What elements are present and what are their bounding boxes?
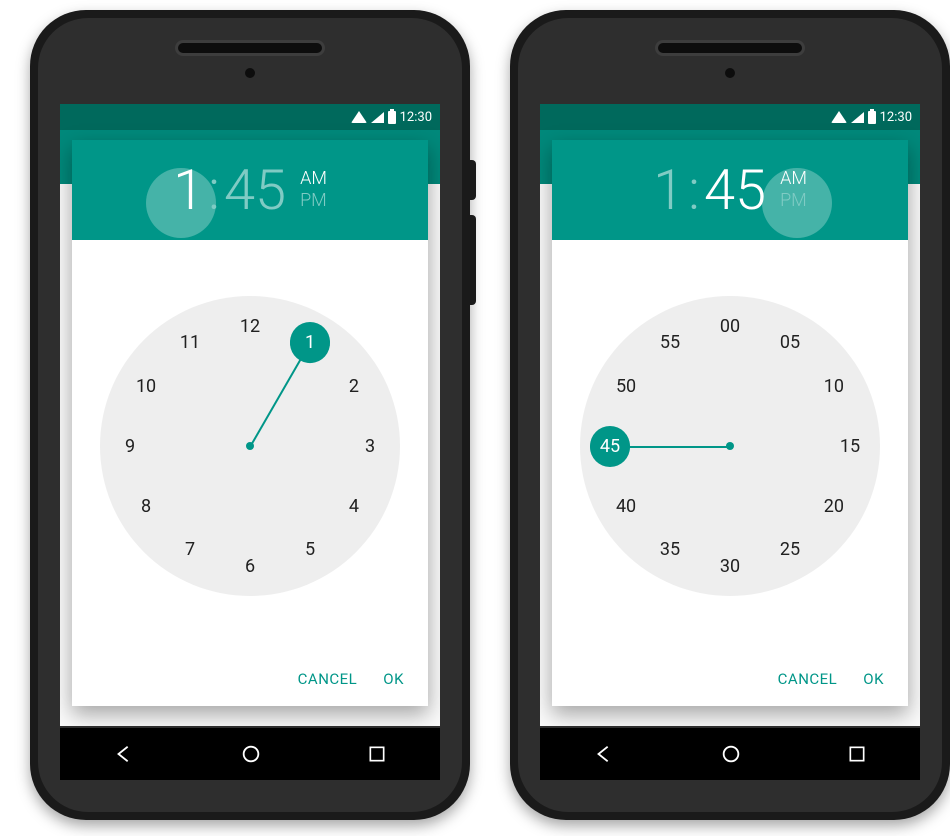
status-bar: 12:30 <box>60 104 440 130</box>
nav-back-icon[interactable] <box>593 743 615 765</box>
time-picker-dialog: 1 : 45 AM PM 121234567891011 <box>72 140 428 706</box>
nav-bar <box>540 728 920 780</box>
battery-icon <box>868 111 876 124</box>
clock-number[interactable]: 55 <box>650 322 690 362</box>
cell-signal-icon <box>371 112 384 123</box>
clock-number[interactable]: 6 <box>230 546 270 586</box>
time-readout: 1 : 45 AM PM <box>173 162 327 218</box>
phone-side-button <box>470 160 476 200</box>
time-separator: : <box>208 162 220 218</box>
status-clock: 12:30 <box>400 110 432 125</box>
pm-option[interactable]: PM <box>300 190 327 212</box>
cancel-button[interactable]: CANCEL <box>778 670 838 688</box>
clock-number[interactable]: 1 <box>290 322 330 362</box>
hour-value[interactable]: 1 <box>173 162 204 218</box>
phone-inner: 12:30 ✕ New event SAVE 1 : 45 AM PM <box>38 18 462 812</box>
battery-icon <box>388 111 396 124</box>
nav-recent-icon[interactable] <box>847 744 867 764</box>
screen-left: 12:30 ✕ New event SAVE 1 : 45 AM PM <box>60 104 440 726</box>
ampm-toggle: AM PM <box>300 168 327 212</box>
nav-back-icon[interactable] <box>113 743 135 765</box>
clock-face-hour[interactable]: 12 12 3 45678 9 1011 <box>100 296 400 596</box>
time-picker-dialog: 1 : 45 AM PM 00 0510 15 2025 30 3540 45 5055 <box>552 140 908 706</box>
clock-number[interactable]: 15 <box>830 426 870 466</box>
phone-volume-rocker <box>470 215 476 305</box>
pm-option[interactable]: PM <box>780 190 807 212</box>
nav-home-icon[interactable] <box>720 743 742 765</box>
phone-earpiece <box>655 40 805 56</box>
nav-home-icon[interactable] <box>240 743 262 765</box>
clock-number[interactable]: 50 <box>606 366 646 406</box>
time-picker-header: 1 : 45 AM PM <box>72 140 428 240</box>
nav-bar <box>60 728 440 780</box>
clock-face-wrap: 12 12 3 45678 9 1011 <box>72 240 428 652</box>
phone-sensor <box>245 68 255 78</box>
wifi-icon <box>351 111 367 123</box>
clock-number[interactable]: 05 <box>770 322 810 362</box>
hour-value[interactable]: 1 <box>653 162 684 218</box>
clock-number[interactable]: 00 <box>710 306 750 346</box>
phone-frame-left: 12:30 ✕ New event SAVE 1 : 45 AM PM <box>30 10 470 820</box>
clock-number[interactable]: 5 <box>290 530 330 570</box>
clock-number[interactable]: 9 <box>110 426 150 466</box>
clock-number[interactable]: 7 <box>170 530 210 570</box>
clock-number[interactable]: 10 <box>814 366 854 406</box>
cancel-button[interactable]: CANCEL <box>298 670 358 688</box>
minute-value[interactable]: 45 <box>224 162 286 218</box>
clock-number[interactable]: 25 <box>770 530 810 570</box>
clock-number[interactable]: 3 <box>350 426 390 466</box>
clock-pivot <box>726 442 734 450</box>
minute-value[interactable]: 45 <box>704 162 766 218</box>
clock-number[interactable]: 2 <box>334 366 374 406</box>
clock-number[interactable]: 20 <box>814 486 854 526</box>
wifi-icon <box>831 111 847 123</box>
status-clock: 12:30 <box>880 110 912 125</box>
time-separator: : <box>688 162 700 218</box>
clock-pivot <box>246 442 254 450</box>
ok-button[interactable]: OK <box>863 670 884 688</box>
clock-number[interactable]: 35 <box>650 530 690 570</box>
phone-frame-right: 12:30 ✕ New event SAVE 1 : 45 AM PM <box>510 10 950 820</box>
dialog-actions: CANCEL OK <box>552 652 908 706</box>
status-bar: 12:30 <box>540 104 920 130</box>
clock-number[interactable]: 8 <box>126 486 166 526</box>
ampm-toggle: AM PM <box>780 168 807 212</box>
clock-face-wrap: 00 0510 15 2025 30 3540 45 5055 <box>552 240 908 652</box>
phone-inner: 12:30 ✕ New event SAVE 1 : 45 AM PM <box>518 18 942 812</box>
clock-number[interactable]: 4 <box>334 486 374 526</box>
clock-face-minute[interactable]: 00 0510 15 2025 30 3540 45 5055 <box>580 296 880 596</box>
phone-earpiece <box>175 40 325 56</box>
am-option[interactable]: AM <box>780 168 807 190</box>
dialog-actions: CANCEL OK <box>72 652 428 706</box>
cell-signal-icon <box>851 112 864 123</box>
phone-sensor <box>725 68 735 78</box>
clock-number[interactable]: 30 <box>710 546 750 586</box>
time-readout: 1 : 45 AM PM <box>653 162 807 218</box>
clock-number[interactable]: 11 <box>170 322 210 362</box>
clock-number[interactable]: 45 <box>590 426 630 466</box>
clock-number[interactable]: 10 <box>126 366 166 406</box>
am-option[interactable]: AM <box>300 168 327 190</box>
nav-recent-icon[interactable] <box>367 744 387 764</box>
clock-number[interactable]: 12 <box>230 306 270 346</box>
ok-button[interactable]: OK <box>383 670 404 688</box>
screen-right: 12:30 ✕ New event SAVE 1 : 45 AM PM <box>540 104 920 726</box>
time-picker-header: 1 : 45 AM PM <box>552 140 908 240</box>
clock-number[interactable]: 40 <box>606 486 646 526</box>
